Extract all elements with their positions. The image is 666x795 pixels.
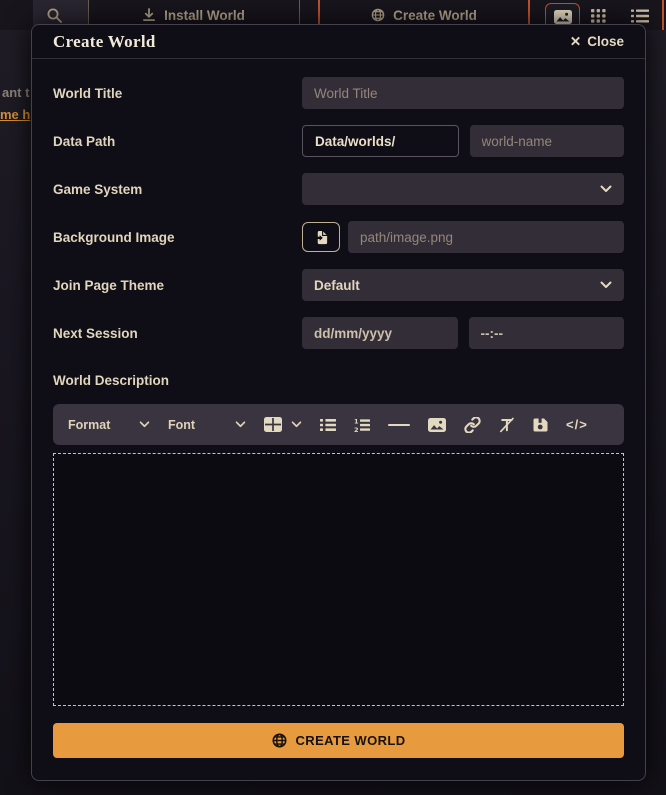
data-path-input[interactable]: [470, 125, 625, 157]
insert-link-button[interactable]: [464, 417, 481, 433]
format-dropdown[interactable]: Format: [68, 418, 150, 432]
data-path-row: Data Path Data/worlds/: [53, 125, 624, 157]
save-icon: [533, 417, 548, 432]
world-title-input[interactable]: [302, 77, 624, 109]
image-icon: [554, 10, 572, 24]
save-button[interactable]: [533, 417, 548, 432]
create-world-dialog: Create World ✕ Close World Title Data Pa…: [31, 24, 646, 781]
list-view-icon[interactable]: [630, 7, 650, 24]
data-path-label: Data Path: [53, 134, 302, 149]
backdrop-link-fragment[interactable]: me h: [0, 107, 30, 122]
background-image-row: Background Image: [53, 221, 624, 253]
join-page-theme-label: Join Page Theme: [53, 278, 302, 293]
dialog-title: Create World: [53, 32, 570, 52]
table-icon: [264, 417, 282, 432]
close-label: Close: [587, 34, 624, 49]
font-dropdown[interactable]: Font: [168, 418, 246, 432]
next-session-label: Next Session: [53, 326, 302, 341]
game-system-select[interactable]: [302, 173, 624, 205]
chevron-down-icon: [291, 421, 302, 428]
image-icon: [428, 418, 446, 432]
chevron-down-icon: [600, 281, 612, 289]
close-button[interactable]: ✕ Close: [570, 34, 624, 50]
create-world-button[interactable]: CREATE WORLD: [53, 723, 624, 758]
code-icon: </>: [566, 417, 588, 432]
dialog-header: Create World ✕ Close: [32, 25, 645, 59]
join-page-theme-value: Default: [314, 278, 360, 293]
source-code-button[interactable]: </>: [566, 417, 588, 432]
topbar-divider-active: [662, 0, 664, 30]
world-title-row: World Title: [53, 77, 624, 109]
close-icon: ✕: [570, 34, 581, 50]
horizontal-rule-icon: [388, 424, 410, 426]
tab-create-world-label: Create World: [393, 8, 477, 23]
file-import-icon: [314, 230, 329, 245]
game-system-row: Game System: [53, 173, 624, 205]
svg-text:1: 1: [354, 418, 359, 426]
next-session-row: Next Session: [53, 317, 624, 349]
grid-view-icon[interactable]: [588, 7, 608, 24]
chevron-down-icon: [139, 421, 150, 428]
world-description-label: World Description: [53, 373, 624, 388]
game-system-label: Game System: [53, 182, 302, 197]
data-path-prefix: Data/worlds/: [302, 125, 459, 157]
clear-formatting-button[interactable]: [499, 417, 515, 433]
horizontal-rule-button[interactable]: [388, 424, 410, 426]
world-title-label: World Title: [53, 86, 302, 101]
editor-toolbar: Format Font: [53, 404, 624, 445]
next-session-time-input[interactable]: [469, 317, 625, 349]
background-image-label: Background Image: [53, 230, 302, 245]
chevron-down-icon: [235, 421, 246, 428]
next-session-date-input[interactable]: [302, 317, 458, 349]
link-icon: [464, 417, 481, 433]
file-picker-button[interactable]: [302, 222, 340, 252]
insert-table-button[interactable]: [264, 417, 302, 432]
svg-text:2: 2: [354, 425, 359, 431]
dialog-body: World Title Data Path Data/worlds/ Game …: [32, 59, 645, 758]
format-dropdown-label: Format: [68, 418, 110, 432]
insert-image-button[interactable]: [428, 418, 446, 432]
download-icon: [142, 8, 156, 22]
background-image-input[interactable]: [348, 221, 624, 253]
join-page-theme-row: Join Page Theme Default: [53, 269, 624, 301]
tab-install-world-label: Install World: [164, 8, 245, 23]
clear-formatting-icon: [499, 417, 515, 433]
chevron-down-icon: [600, 185, 612, 193]
backdrop-text-fragment: ant t: [2, 85, 29, 100]
bullet-list-icon[interactable]: [320, 418, 336, 432]
numbered-list-icon[interactable]: 1 2: [354, 418, 370, 432]
globe-icon: [272, 733, 287, 748]
globe-icon: [371, 8, 385, 22]
font-dropdown-label: Font: [168, 418, 195, 432]
search-icon[interactable]: [46, 7, 63, 24]
create-world-button-label: CREATE WORLD: [296, 733, 406, 748]
world-description-editor[interactable]: [53, 453, 624, 706]
join-page-theme-select[interactable]: Default: [302, 269, 624, 301]
